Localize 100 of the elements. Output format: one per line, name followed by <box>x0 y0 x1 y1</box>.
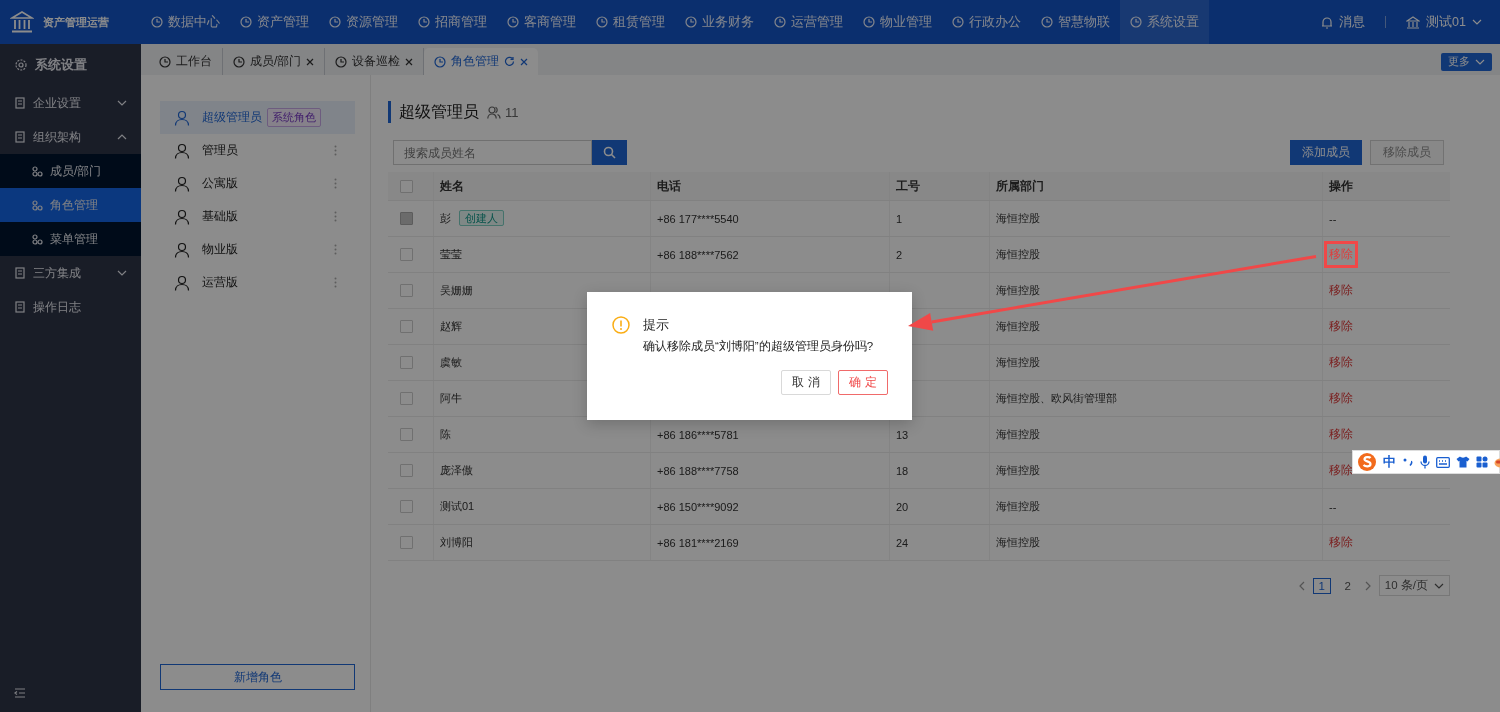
person-icon <box>174 241 190 258</box>
role-item[interactable]: 基础版 <box>160 200 355 233</box>
notifications-link[interactable]: 消息 <box>1321 13 1366 31</box>
select-all-checkbox[interactable] <box>400 179 413 193</box>
role-item[interactable]: 运营版 <box>160 266 355 299</box>
nav-item[interactable]: 物业管理 <box>853 0 942 44</box>
circle-icon <box>596 16 608 28</box>
nav-item[interactable]: 行政办公 <box>942 0 1031 44</box>
circle-icon <box>774 16 786 28</box>
warning-icon <box>612 316 630 334</box>
search-button[interactable] <box>592 140 627 165</box>
search-icon <box>603 146 616 159</box>
sidebar-item[interactable]: 企业设置 <box>0 86 141 120</box>
sidebar-item[interactable]: 三方集成 <box>0 256 141 290</box>
bank-icon <box>10 11 34 33</box>
sidebar-item[interactable]: 操作日志 <box>0 290 141 324</box>
table-cell: 20 <box>889 488 990 525</box>
remove-link[interactable]: 移除 <box>1329 392 1353 404</box>
refresh-icon <box>504 56 516 67</box>
nav-item[interactable]: 招商管理 <box>408 0 497 44</box>
circle-icon <box>952 16 964 28</box>
punctuation-icon <box>1402 456 1414 468</box>
remove-link[interactable]: 移除 <box>1329 428 1353 440</box>
circle-icon <box>685 16 697 28</box>
row-checkbox[interactable] <box>400 428 413 441</box>
row-checkbox[interactable] <box>400 248 413 261</box>
page-button[interactable]: 2 <box>1338 577 1357 594</box>
remove-link[interactable]: 移除 <box>1329 320 1353 332</box>
nav-item[interactable]: 智慧物联 <box>1031 0 1120 44</box>
chevron-icon <box>1475 58 1485 65</box>
confirm-button[interactable]: 确 定 <box>838 370 888 395</box>
microphone-icon <box>1420 455 1430 469</box>
gear-icon <box>15 59 27 71</box>
circle-icon <box>434 55 447 68</box>
shirt-icon <box>1456 456 1470 468</box>
input-mode-toggle[interactable]: 中 <box>1383 453 1396 471</box>
person-icon <box>174 208 190 225</box>
table-cell: +86 188****7758 <box>650 452 890 489</box>
creator-tag: 创建人 <box>459 210 504 226</box>
table-cell: +86 150****9092 <box>650 488 890 525</box>
nav-item[interactable]: 业务财务 <box>675 0 764 44</box>
previous-icon <box>1298 580 1305 591</box>
page-button[interactable]: 1 <box>1312 577 1331 594</box>
circle-icon <box>418 16 430 28</box>
sidebar-subitem[interactable]: 菜单管理 <box>0 222 141 256</box>
table-cell: 庞泽傲 <box>433 452 651 489</box>
table-cell: 海恒控股、欧风街管理部 <box>989 380 1323 417</box>
nav-item[interactable]: 数据中心 <box>141 0 230 44</box>
more-button[interactable]: 更多 <box>1441 52 1492 71</box>
row-checkbox[interactable] <box>400 320 413 333</box>
user-menu[interactable]: 测试01 <box>1406 13 1482 31</box>
role-tag: 系统角色 <box>267 108 321 127</box>
document-icon <box>15 97 26 109</box>
document-icon <box>15 301 26 313</box>
table-cell: +86 188****7562 <box>650 236 890 273</box>
nav-item[interactable]: 租赁管理 <box>586 0 675 44</box>
row-checkbox[interactable] <box>400 284 413 297</box>
table-cell: 海恒控股 <box>989 488 1323 525</box>
remove-link[interactable]: 移除 <box>1329 536 1353 548</box>
row-checkbox[interactable] <box>400 356 413 369</box>
column-header: 姓名 <box>433 172 651 201</box>
role-item[interactable]: 公寓版 <box>160 167 355 200</box>
column-header: 工号 <box>889 172 990 201</box>
table-cell: 海恒控股 <box>989 272 1323 309</box>
page-size-select[interactable]: 10 条/页 <box>1378 575 1450 596</box>
tab[interactable]: 角色管理 <box>424 48 539 75</box>
cancel-button[interactable]: 取 消 <box>781 370 831 395</box>
bell-icon <box>1321 15 1334 29</box>
table-cell: 海恒控股 <box>989 416 1323 453</box>
table-cell: 海恒控股 <box>989 308 1323 345</box>
sidebar-subitem[interactable]: 成员/部门 <box>0 154 141 188</box>
circle-icon <box>1041 16 1053 28</box>
remove-link[interactable]: 移除 <box>1329 464 1353 476</box>
row-checkbox[interactable] <box>400 536 413 549</box>
nav-item[interactable]: 资源管理 <box>319 0 408 44</box>
row-checkbox[interactable] <box>400 500 413 513</box>
add-role-button[interactable]: 新增角色 <box>160 664 355 690</box>
circle-icon <box>507 16 519 28</box>
sidebar-subitem[interactable]: 角色管理 <box>0 188 141 222</box>
search-field[interactable]: 搜索成员姓名 <box>393 140 592 165</box>
nav-item[interactable]: 系统设置 <box>1120 0 1209 44</box>
table-cell: -- <box>1329 212 1337 225</box>
row-checkbox[interactable] <box>400 464 413 477</box>
circle-icon <box>159 55 171 68</box>
sidebar-item[interactable]: 组织架构 <box>0 120 141 154</box>
table-cell: 彭 <box>440 212 451 224</box>
nav-item[interactable]: 运营管理 <box>764 0 853 44</box>
table-cell: +86 177****5540 <box>650 200 890 237</box>
table-cell: 2 <box>889 236 990 273</box>
remove-link[interactable]: 移除 <box>1329 356 1353 368</box>
add-member-button[interactable]: 添加成员 <box>1290 140 1362 165</box>
nav-item[interactable]: 资产管理 <box>230 0 319 44</box>
grid-icon <box>1476 456 1488 468</box>
role-item[interactable]: 超级管理员 系统角色 <box>160 101 355 134</box>
next-icon <box>1364 580 1371 591</box>
role-item[interactable]: 物业版 <box>160 233 355 266</box>
remove-link[interactable]: 移除 <box>1329 284 1353 296</box>
nav-item[interactable]: 客商管理 <box>497 0 586 44</box>
row-checkbox[interactable] <box>400 392 413 405</box>
role-item[interactable]: 管理员 <box>160 134 355 167</box>
